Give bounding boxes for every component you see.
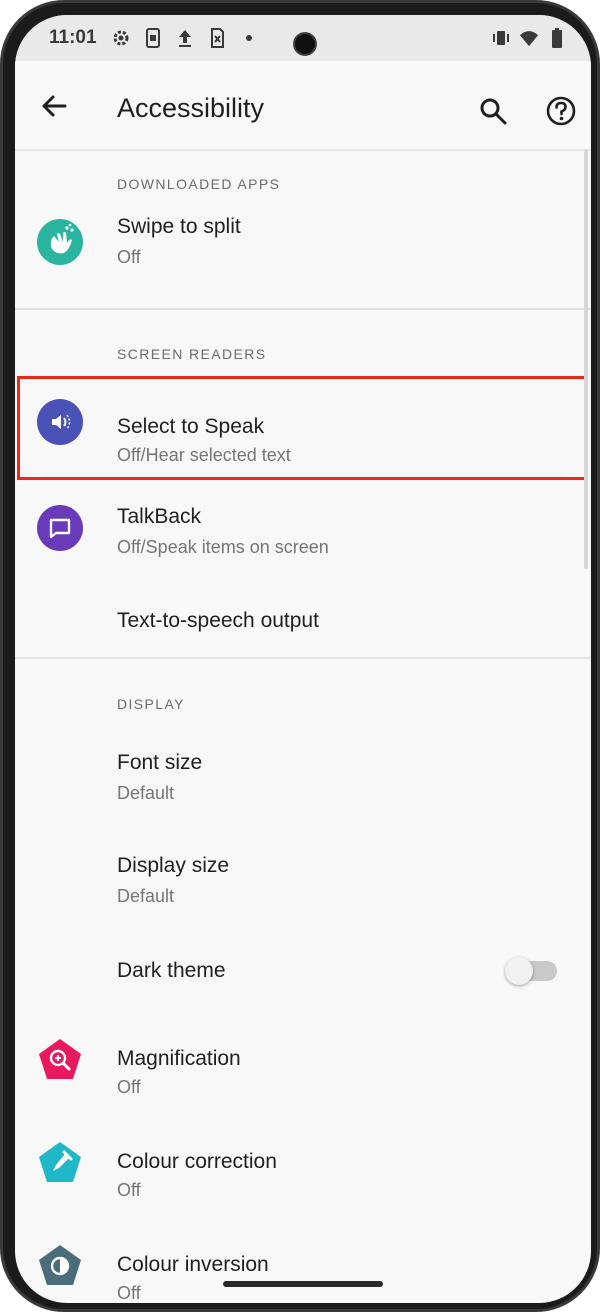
dot-icon [246,35,252,41]
eyedropper-icon [39,1142,81,1182]
sim-icon [211,28,224,48]
inversion-icon [39,1245,81,1285]
page-title: Accessibility [117,93,265,123]
item-subtitle: Off [117,1283,141,1303]
gesture-nav-handle[interactable] [223,1281,383,1287]
item-title: Swipe to split [117,215,241,238]
item-subtitle: Default [117,783,175,803]
item-title: Magnification [117,1047,241,1070]
swipe-hand-icon [37,219,83,265]
list-item-swipe-to-split[interactable]: Swipe to split Off [15,195,591,295]
item-title: Font size [117,751,203,774]
vibrate-icon [493,31,509,45]
list-item-dark-theme[interactable]: Dark theme [15,919,591,1019]
list-item-colour-inversion[interactable]: Colour inversion Off [15,1219,591,1303]
section-header-downloaded-apps: DOWNLOADED APPS [117,176,281,192]
chat-bubble-icon [37,505,83,551]
item-subtitle: Off/Speak items on screen [117,537,329,557]
status-time: 11:01 [49,27,97,48]
screenshot-icon [146,28,160,48]
item-subtitle: Off [117,1077,141,1097]
list-item-text-to-speech[interactable]: Text-to-speech output [15,569,591,669]
battery-icon [552,28,562,48]
back-arrow-icon[interactable] [37,89,71,123]
phone-frame: 11:01 Accessibility DOWNLOADED APPS Swip… [0,0,600,1312]
help-icon[interactable] [545,95,577,127]
item-title: Colour correction [117,1150,277,1173]
divider [15,657,591,659]
item-title: Display size [117,854,230,877]
scrollbar[interactable] [584,149,588,569]
app-bar: Accessibility [15,61,591,151]
front-camera [293,32,317,56]
item-subtitle: Default [117,886,175,906]
settings-icon [113,30,129,46]
section-header-display: DISPLAY [117,696,185,712]
item-subtitle: Off [117,247,141,267]
list-item-font-size[interactable]: Font size Default [15,731,591,831]
item-title: TalkBack [117,505,202,528]
magnifier-icon [39,1039,81,1079]
list-item-magnification[interactable]: Magnification Off [15,1013,591,1113]
toggle-knob [505,957,533,985]
item-title: Dark theme [117,959,226,982]
list-item-colour-correction[interactable]: Colour correction Off [15,1116,591,1216]
wifi-icon [519,31,539,47]
selection-highlight-box [17,376,587,480]
search-icon[interactable] [477,95,509,127]
item-subtitle: Off [117,1180,141,1200]
screen: 11:01 Accessibility DOWNLOADED APPS Swip… [15,15,591,1303]
status-bar: 11:01 [15,15,591,61]
section-header-screen-readers: SCREEN READERS [117,346,267,362]
item-title: Text-to-speech output [117,609,319,632]
divider [15,308,591,310]
item-title: Colour inversion [117,1253,269,1276]
upload-icon [179,30,191,47]
dark-theme-toggle[interactable] [505,957,557,985]
